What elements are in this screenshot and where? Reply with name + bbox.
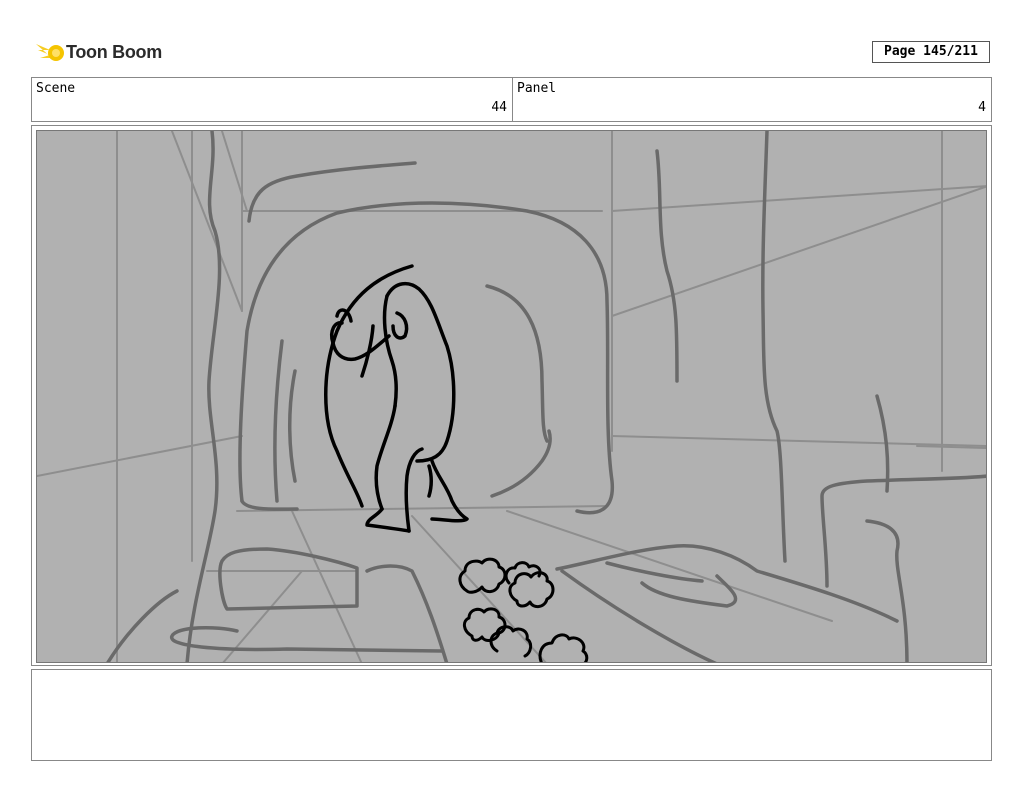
sketch-image	[37, 131, 986, 662]
page-counter: Page 145/211	[872, 41, 990, 63]
panel-label: Panel	[517, 81, 557, 96]
panel-cell: Panel 4	[513, 78, 991, 121]
scene-label: Scene	[36, 81, 76, 96]
scene-cell: Scene 44	[32, 78, 513, 121]
panel-notes-area	[31, 669, 992, 761]
panel-number: 4	[978, 100, 986, 115]
scene-panel-header: Scene 44 Panel 4	[31, 77, 992, 122]
brand-name: Toon Boom	[66, 42, 162, 62]
scene-number: 44	[491, 100, 507, 115]
storyboard-drawing	[36, 130, 987, 663]
